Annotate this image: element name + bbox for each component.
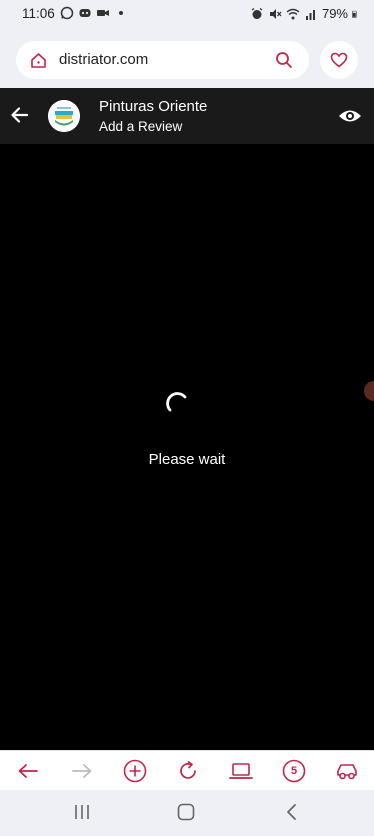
laptop-icon bbox=[229, 763, 253, 779]
signal-icon bbox=[305, 9, 315, 20]
loading-spinner bbox=[166, 392, 187, 412]
discord-icon bbox=[79, 9, 91, 17]
tab-count: 5 bbox=[290, 765, 298, 777]
main-content: Please wait bbox=[0, 144, 374, 750]
app-header: Pinturas Oriente Add a Review bbox=[0, 88, 374, 144]
arrow-left-icon bbox=[18, 764, 38, 778]
alarm-icon bbox=[251, 7, 263, 19]
battery-percent: 79% bbox=[321, 6, 348, 21]
battery-icon bbox=[352, 10, 357, 18]
loading-text: Please wait bbox=[148, 451, 226, 468]
car-icon bbox=[337, 764, 357, 780]
arrow-right-icon bbox=[72, 764, 92, 778]
page-title: Pinturas Oriente bbox=[99, 98, 208, 115]
plus-circle-icon bbox=[123, 759, 147, 783]
extensions-button[interactable] bbox=[335, 759, 359, 783]
heart-icon bbox=[330, 52, 348, 68]
browser-address-bar: distriator.com bbox=[0, 28, 374, 88]
refresh-icon bbox=[180, 761, 196, 779]
system-navigation-bar bbox=[0, 790, 374, 836]
video-icon bbox=[97, 10, 109, 16]
browser-toolbar: 5 bbox=[0, 750, 374, 790]
browser-back-button[interactable] bbox=[16, 759, 40, 783]
desktop-mode-button[interactable] bbox=[229, 759, 253, 783]
back-arrow-icon[interactable] bbox=[10, 105, 30, 125]
browser-forward-button[interactable] bbox=[70, 759, 94, 783]
whatsapp-icon bbox=[60, 6, 74, 20]
business-logo bbox=[48, 100, 80, 132]
logo-image bbox=[48, 100, 80, 132]
eye-icon[interactable] bbox=[338, 105, 362, 127]
status-system-icons: 79% bbox=[250, 6, 360, 21]
recent-apps-icon[interactable] bbox=[72, 803, 92, 821]
reload-button[interactable] bbox=[176, 759, 200, 783]
new-tab-button[interactable] bbox=[123, 759, 147, 783]
page-subtitle: Add a Review bbox=[99, 119, 183, 134]
floating-edge-handle[interactable] bbox=[364, 381, 374, 401]
dot-icon bbox=[119, 11, 123, 15]
mute-icon bbox=[269, 8, 282, 19]
status-time: 11:06 bbox=[22, 6, 55, 21]
status-notification-icons bbox=[60, 6, 128, 20]
search-icon[interactable] bbox=[275, 51, 293, 69]
tabs-button[interactable]: 5 bbox=[282, 759, 306, 783]
home-nav-icon[interactable] bbox=[176, 803, 196, 821]
home-icon[interactable] bbox=[30, 52, 47, 69]
bookmark-heart-button[interactable] bbox=[320, 41, 358, 79]
status-bar: 11:06 79% bbox=[0, 0, 374, 28]
url-field[interactable]: distriator.com bbox=[16, 41, 309, 79]
url-text[interactable]: distriator.com bbox=[59, 51, 148, 68]
back-nav-icon[interactable] bbox=[284, 803, 300, 821]
wifi-icon bbox=[286, 8, 300, 19]
